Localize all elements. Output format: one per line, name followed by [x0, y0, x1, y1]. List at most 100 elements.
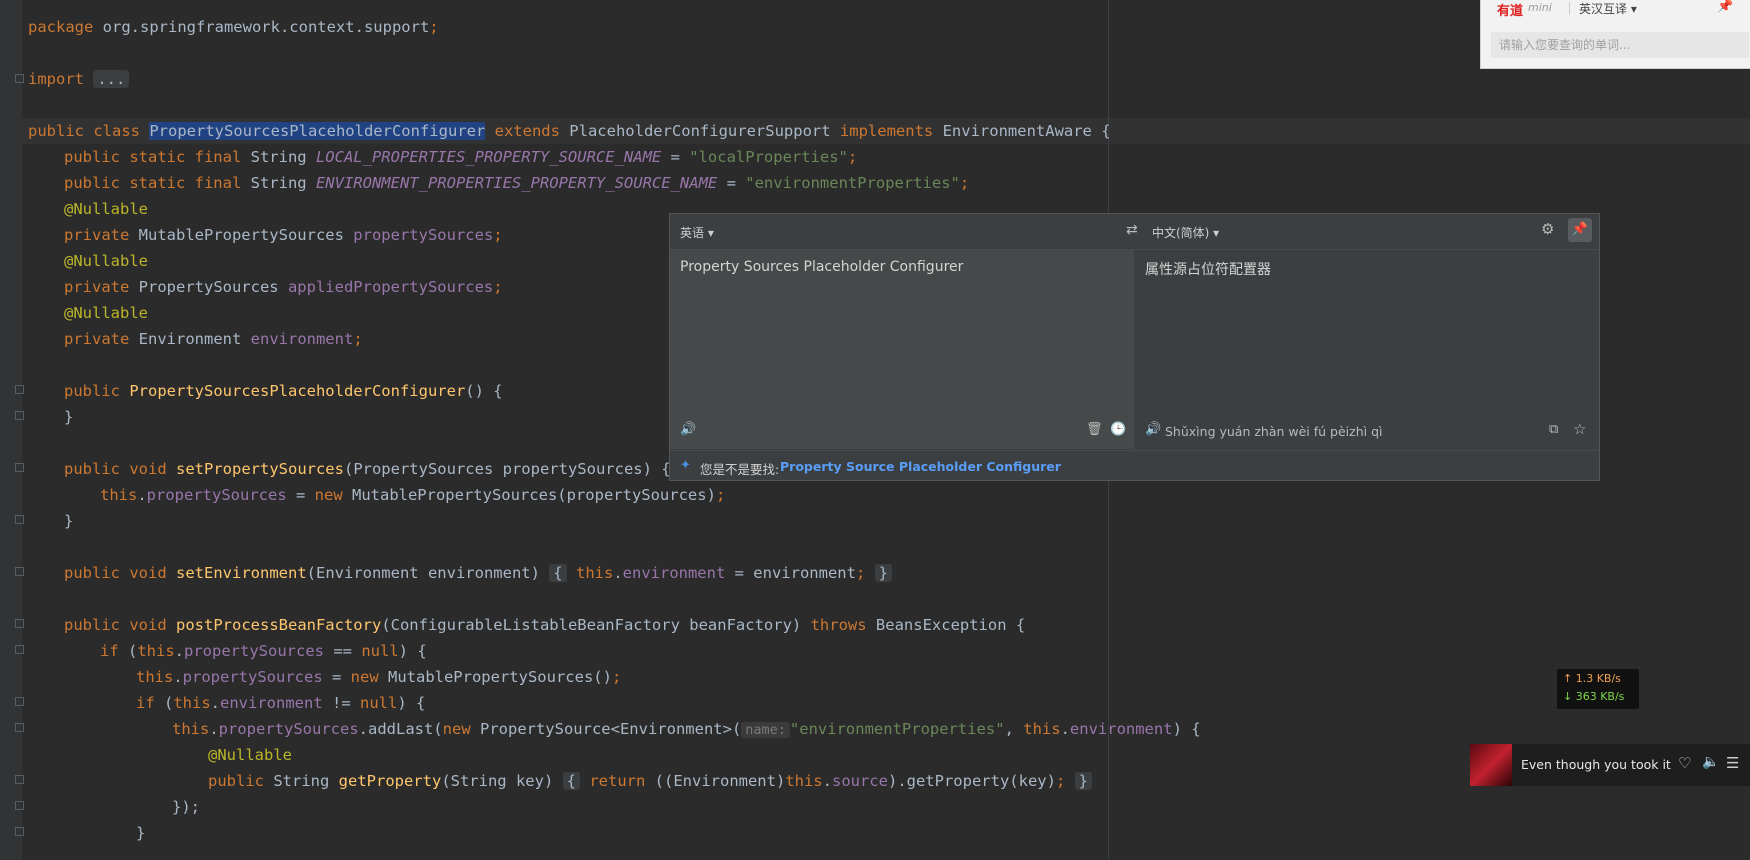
translation-header: 英语 ▾ ⇄ 中文(简体) ▾ ⚙ 📌 [670, 214, 1599, 250]
pin-button[interactable]: 📌 [1568, 218, 1592, 242]
code-text: ).getProperty(key) [887, 772, 1056, 790]
target-language-dropdown[interactable]: 中文(简体) ▾ [1152, 224, 1219, 241]
source-language-dropdown[interactable]: 英语 ▾ [680, 224, 714, 241]
fold-marker-post-process[interactable] [15, 619, 24, 628]
code-line-class-declaration[interactable]: public class PropertySourcesPlaceholderC… [28, 118, 1111, 144]
code-text: BeansException { [866, 616, 1026, 634]
string-literal: "localProperties" [689, 148, 848, 166]
swap-languages-icon[interactable]: ⇄ [1126, 222, 1138, 238]
annotation: @Nullable [64, 200, 148, 218]
heart-icon[interactable]: ♡ [1678, 754, 1691, 772]
constant: ENVIRONMENT_PROPERTIES_PROPERTY_SOURCE_N… [315, 174, 718, 192]
keyword: public void [64, 564, 167, 582]
fold-marker-method-end[interactable] [15, 515, 24, 524]
history-icon[interactable]: 🕒 [1110, 422, 1126, 437]
code-line[interactable]: private MutablePropertySources propertyS… [64, 222, 503, 248]
keyword: extends [494, 122, 560, 140]
code-text: ( [118, 642, 138, 660]
code-text: = [322, 668, 351, 686]
folded-brace[interactable]: } [874, 564, 892, 582]
fold-marker-imports[interactable] [15, 74, 24, 83]
music-player-widget[interactable]: Even though you took it ♡ 🔈 ☰ [1470, 744, 1750, 786]
code-text: }); [172, 798, 200, 816]
divider [1569, 2, 1570, 15]
keyword: this [137, 642, 175, 660]
string-literal: "environmentProperties" [789, 720, 1005, 738]
gear-icon[interactable]: ⚙ [1541, 220, 1554, 238]
volume-icon[interactable]: 🔈 [1702, 754, 1719, 770]
code-line[interactable]: }); [172, 794, 200, 820]
code-line[interactable]: public void postProcessBeanFactory(Confi… [64, 612, 1025, 638]
code-text: ; [1055, 772, 1066, 790]
fold-marker-if-env-end[interactable] [15, 827, 24, 836]
code-line[interactable]: public static final String LOCAL_PROPERT… [64, 144, 857, 170]
code-text: (ConfigurableListableBeanFactory beanFac… [381, 616, 811, 634]
pin-icon[interactable]: 📌 [1717, 0, 1733, 14]
code-line[interactable]: if (this.environment != null) { [136, 690, 425, 716]
word-search-input[interactable] [1491, 32, 1749, 58]
speaker-icon[interactable]: 🔊 [680, 422, 696, 437]
code-line[interactable]: this.propertySources.addLast(new Propert… [172, 716, 1201, 742]
code-text: . [209, 720, 219, 738]
fold-marker-constructor-end[interactable] [15, 411, 24, 420]
code-text: MutablePropertySources(propertySources) [342, 486, 716, 504]
code-line[interactable]: import ... [28, 66, 130, 92]
star-icon[interactable]: ☆ [1573, 420, 1586, 438]
copy-icon[interactable]: ⧉ [1549, 422, 1558, 437]
code-text: ; [847, 148, 858, 166]
folded-brace[interactable]: { [549, 564, 567, 582]
code-line[interactable]: this.propertySources = new MutableProper… [100, 482, 725, 508]
field: environment [1069, 720, 1173, 738]
code-text: ; [429, 18, 439, 36]
code-line[interactable]: public PropertySourcesPlaceholderConfigu… [64, 378, 503, 404]
trash-icon[interactable]: 🗑 [1086, 422, 1103, 437]
folded-imports[interactable]: ... [93, 70, 130, 88]
keyword: null [360, 694, 398, 712]
keyword: null [361, 642, 399, 660]
code-text: String [241, 174, 316, 192]
code-text: .addLast( [358, 720, 443, 738]
code-text: . [174, 642, 185, 660]
fold-marker-if[interactable] [15, 645, 24, 654]
code-line[interactable]: public void setEnvironment(Environment e… [64, 560, 892, 586]
fold-marker-constructor-start[interactable] [15, 385, 24, 394]
code-text: ; [493, 278, 503, 296]
code-line[interactable]: private Environment environment; [64, 326, 363, 352]
code-line[interactable]: public String getProperty(String key) { … [208, 768, 1092, 794]
code-line[interactable]: this.propertySources = new MutableProper… [136, 664, 621, 690]
field: environment [220, 694, 323, 712]
field: propertySources [184, 642, 324, 660]
code-text: org.springframework.context.support [93, 18, 430, 36]
keyword: public static final [64, 174, 242, 192]
code-line[interactable]: private PropertySources appliedPropertyS… [64, 274, 503, 300]
code-line[interactable]: if (this.propertySources == null) { [100, 638, 427, 664]
fold-marker-method-start[interactable] [15, 463, 24, 472]
did-you-mean-suggestion[interactable]: Property Source Placeholder Configurer [780, 459, 1061, 474]
speaker-icon[interactable]: 🔊 [1145, 422, 1161, 437]
upload-speed: ↑ 1.3 KB/s [1563, 672, 1621, 685]
code-line[interactable]: public void setPropertySources(PropertyS… [64, 456, 671, 482]
fold-marker-if-env[interactable] [15, 697, 24, 706]
keyword: new [314, 486, 343, 504]
selected-class-name[interactable]: PropertySourcesPlaceholderConfigurer [149, 122, 486, 140]
youdao-mini-label: mini [1528, 1, 1552, 14]
code-line[interactable]: package org.springframework.context.supp… [28, 14, 439, 40]
fold-marker-get-property[interactable] [15, 775, 24, 784]
code-text: != [322, 694, 360, 712]
language-mode-dropdown[interactable]: 英汉互译 ▾ [1579, 0, 1637, 17]
fold-marker-anon-class[interactable] [15, 723, 24, 732]
youdao-mini-window[interactable]: 有道 mini 英汉互译 ▾ 📌 [1480, 0, 1750, 69]
folded-brace[interactable]: } [1074, 772, 1092, 790]
code-text: MutablePropertySources [129, 226, 354, 244]
fold-marker-anon-end[interactable] [15, 801, 24, 810]
playlist-icon[interactable]: ☰ [1726, 754, 1739, 772]
code-line[interactable]: public static final String ENVIRONMENT_P… [64, 170, 969, 196]
source-text-pane[interactable]: Property Sources Placeholder Configurer … [670, 250, 1134, 449]
folded-brace[interactable]: { [562, 772, 580, 790]
code-text: String [241, 148, 316, 166]
album-art[interactable] [1470, 744, 1512, 786]
keyword: private [64, 330, 130, 348]
keyword: public class [28, 122, 140, 140]
fold-marker-set-environment[interactable] [15, 567, 24, 576]
translation-popup[interactable]: 英语 ▾ ⇄ 中文(简体) ▾ ⚙ 📌 Property Sources Pla… [669, 213, 1600, 481]
